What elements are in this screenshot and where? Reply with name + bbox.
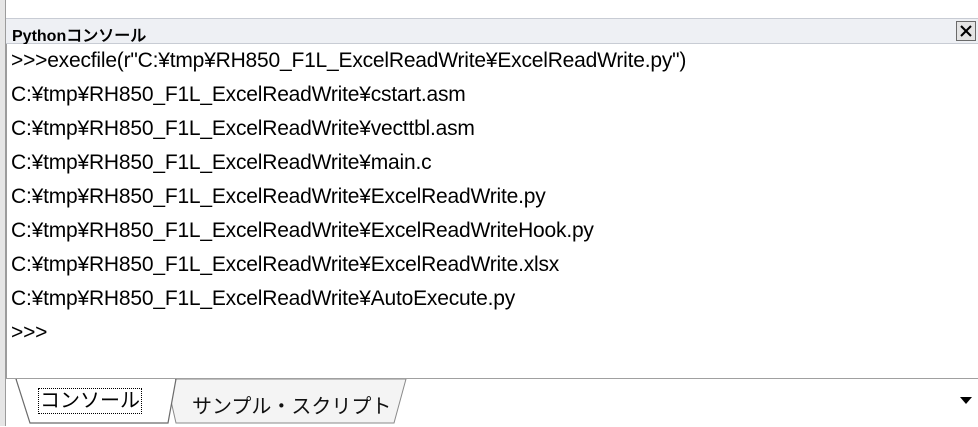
- console-line: C:¥tmp¥RH850_F1L_ExcelReadWrite¥ExcelRea…: [11, 185, 546, 208]
- console-output[interactable]: >>>execfile(r"C:¥tmp¥RH850_F1L_ExcelRead…: [6, 44, 978, 378]
- console-line: C:¥tmp¥RH850_F1L_ExcelReadWrite¥vecttbl.…: [11, 117, 475, 140]
- title-bar: Pythonコンソール: [6, 18, 978, 45]
- console-line: >>>execfile(r"C:¥tmp¥RH850_F1L_ExcelRead…: [11, 49, 687, 72]
- close-button[interactable]: [956, 21, 976, 41]
- console-line: C:¥tmp¥RH850_F1L_ExcelReadWrite¥main.c: [11, 151, 432, 174]
- console-line: C:¥tmp¥RH850_F1L_ExcelReadWrite¥AutoExec…: [11, 287, 516, 310]
- chevron-down-icon[interactable]: [960, 397, 972, 404]
- tab-console[interactable]: コンソール: [38, 388, 142, 414]
- tab-sample-script[interactable]: サンプル・スクリプト: [192, 390, 391, 419]
- python-console-window: Pythonコンソール >>>execfile(r"C:¥tmp¥RH850_F…: [0, 0, 978, 426]
- console-line: C:¥tmp¥RH850_F1L_ExcelReadWrite¥cstart.a…: [11, 83, 466, 106]
- console-line: C:¥tmp¥RH850_F1L_ExcelReadWrite¥ExcelRea…: [11, 219, 594, 242]
- close-icon: [960, 25, 972, 37]
- console-prompt: >>>: [11, 321, 48, 344]
- window-title: Pythonコンソール: [12, 28, 147, 45]
- tab-bar: コンソール サンプル・スクリプト: [6, 378, 978, 426]
- console-line: C:¥tmp¥RH850_F1L_ExcelReadWrite¥ExcelRea…: [11, 253, 560, 276]
